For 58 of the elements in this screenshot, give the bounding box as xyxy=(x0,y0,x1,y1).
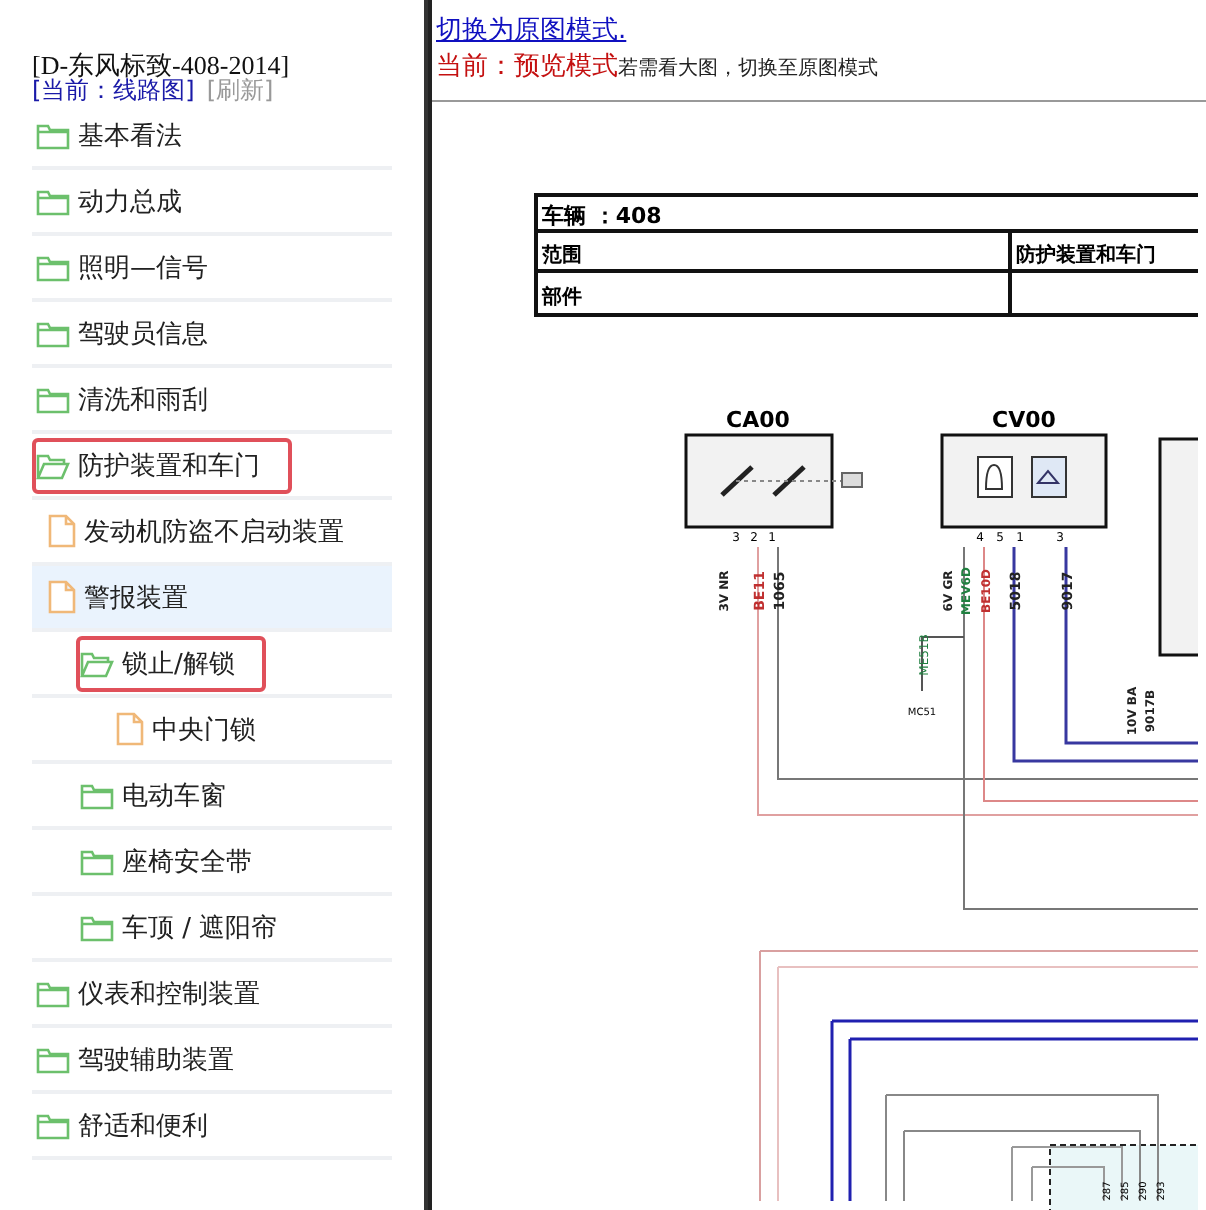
tree-item[interactable]: 驾驶辅助装置 xyxy=(32,1031,246,1087)
folder-icon xyxy=(36,1111,70,1139)
connector-label: CV00 xyxy=(992,407,1056,433)
tree-row[interactable]: 座椅安全带 xyxy=(32,830,392,896)
tree-item[interactable]: 中央门锁 xyxy=(112,701,268,757)
tree-row[interactable]: 驾驶辅助装置 xyxy=(32,1028,392,1094)
vehicle-label: 车辆 ：408 xyxy=(542,203,662,229)
tree-row[interactable]: 警报装置 xyxy=(32,566,392,632)
tree-row[interactable]: 驾驶员信息 xyxy=(32,302,392,368)
document-icon xyxy=(48,514,76,548)
tree-item[interactable]: 驾驶员信息 xyxy=(32,305,220,361)
mode-hint: 若需看大图，切换至原图模式 xyxy=(618,55,878,82)
tree-row[interactable]: 防护装置和车门 xyxy=(32,434,392,500)
folder-icon xyxy=(36,1045,70,1073)
folder-icon xyxy=(36,121,70,149)
part-label: 部件 xyxy=(542,287,582,309)
tree-row[interactable]: 中央门锁 xyxy=(32,698,392,764)
document-icon xyxy=(48,580,76,614)
folder-icon xyxy=(36,979,70,1007)
switch-mode-link[interactable]: 切换为原图模式. xyxy=(436,12,627,48)
tree-item[interactable]: 警报装置 xyxy=(44,569,200,625)
tree-item[interactable]: 动力总成 xyxy=(32,173,194,229)
tree-item[interactable]: 清洗和雨刮 xyxy=(32,371,220,427)
tree-item[interactable]: 基本看法 xyxy=(32,107,194,163)
folder-icon xyxy=(80,781,114,809)
tree-item[interactable]: 发动机防盗不启动装置 xyxy=(44,503,356,559)
tree-item[interactable]: 仪表和控制装置 xyxy=(32,965,272,1021)
connector-label: CA00 xyxy=(726,407,790,433)
scope-label: 范围 xyxy=(542,245,582,267)
mode-label: 当前：预览模式 xyxy=(436,50,618,84)
folder-icon xyxy=(80,649,114,677)
tree-row[interactable]: 基本看法 xyxy=(32,104,392,170)
tree-row[interactable]: 电动车窗 xyxy=(32,764,392,830)
tree-item[interactable]: 座椅安全带 xyxy=(76,833,264,889)
tree-item[interactable]: 照明—信号 xyxy=(32,239,220,295)
tree-item[interactable]: 舒适和便利 xyxy=(32,1097,220,1153)
folder-icon xyxy=(36,319,70,347)
tree-row[interactable]: 照明—信号 xyxy=(32,236,392,302)
folder-icon xyxy=(36,385,70,413)
scope-value: 防护装置和车门 xyxy=(1016,245,1156,267)
vehicle-title: [D-东风标致-408-2014] xyxy=(32,52,292,78)
tree-row[interactable]: 仪表和控制装置 xyxy=(32,962,392,1028)
folder-icon xyxy=(36,253,70,281)
tree-row[interactable]: 锁止/解锁 xyxy=(32,632,392,698)
tree-row[interactable]: 清洗和雨刮 xyxy=(32,368,392,434)
tree-item[interactable]: 锁止/解锁 xyxy=(76,635,267,691)
tree-item[interactable]: 电动车窗 xyxy=(76,767,238,823)
folder-icon xyxy=(36,187,70,215)
folder-icon xyxy=(36,451,70,479)
folder-icon xyxy=(80,913,114,941)
folder-icon xyxy=(80,847,114,875)
tree-item[interactable]: 防护装置和车门 xyxy=(32,437,292,493)
document-icon xyxy=(116,712,144,746)
current-view-label: [当前：线路图] xyxy=(32,78,195,104)
tree-row[interactable]: 车顶 / 遮阳帘 xyxy=(32,896,392,962)
tree-row[interactable]: 动力总成 xyxy=(32,170,392,236)
tree-item[interactable]: 车顶 / 遮阳帘 xyxy=(76,899,290,955)
tree-row[interactable]: 舒适和便利 xyxy=(32,1094,392,1160)
